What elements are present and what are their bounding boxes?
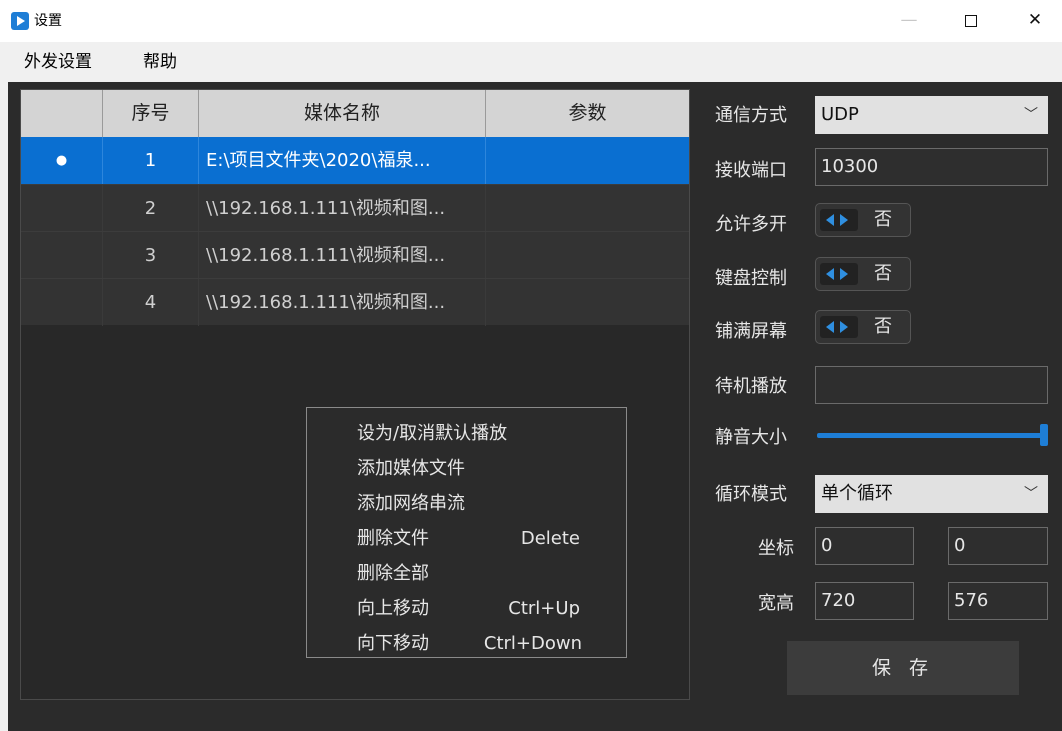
- row-index: 2: [103, 185, 199, 232]
- fill-screen-toggle[interactable]: 否: [815, 310, 911, 344]
- coord-x-input[interactable]: 0: [815, 527, 914, 565]
- column-header-media-name[interactable]: 媒体名称: [199, 90, 486, 137]
- comm-mode-select[interactable]: UDP ﹀: [815, 96, 1048, 134]
- width-input[interactable]: 720: [815, 582, 914, 620]
- keyboard-control-toggle[interactable]: 否: [815, 257, 911, 291]
- arrows-icon: [820, 263, 858, 285]
- menu-item-label: 删除文件: [357, 528, 429, 549]
- row-media-name: \\192.168.1.111\视频和图...: [199, 279, 486, 326]
- table-row[interactable]: 4 \\192.168.1.111\视频和图...: [21, 278, 689, 326]
- menu-item-label: 设为/取消默认播放: [357, 423, 508, 444]
- close-icon[interactable]: ✕: [1012, 0, 1058, 42]
- table-row[interactable]: 3 \\192.168.1.111\视频和图...: [21, 231, 689, 279]
- volume-slider-thumb[interactable]: [1040, 424, 1048, 446]
- coord-y-input[interactable]: 0: [948, 527, 1048, 565]
- column-header-params[interactable]: 参数: [486, 90, 689, 137]
- row-index: 3: [103, 232, 199, 279]
- port-label: 接收端口: [715, 160, 787, 181]
- size-label: 宽高: [758, 593, 794, 614]
- multi-instance-toggle[interactable]: 否: [815, 203, 911, 237]
- menu-item-delete-all[interactable]: 删除全部: [307, 556, 626, 591]
- multi-instance-label: 允许多开: [715, 214, 787, 235]
- menu-outbound-settings[interactable]: 外发设置: [24, 52, 92, 72]
- menu-item-move-up[interactable]: 向上移动 Ctrl+Up: [307, 591, 626, 626]
- loop-mode-label: 循环模式: [715, 484, 787, 505]
- menu-item-toggle-default[interactable]: 设为/取消默认播放: [307, 416, 626, 451]
- row-media-name: E:\项目文件夹\2020\福泉...: [199, 137, 486, 184]
- menu-item-label: 向上移动: [357, 598, 429, 619]
- menu-item-shortcut: Ctrl+Up: [508, 598, 580, 619]
- fill-screen-value: 否: [874, 316, 892, 337]
- menu-item-add-stream[interactable]: 添加网络串流: [307, 486, 626, 521]
- menu-item-move-down[interactable]: 向下移动 Ctrl+Down: [307, 626, 626, 661]
- volume-slider[interactable]: [817, 433, 1044, 438]
- arrows-icon: [820, 209, 858, 231]
- column-header-index[interactable]: 序号: [103, 90, 199, 137]
- column-header-marker[interactable]: [21, 90, 103, 137]
- menu-item-shortcut: Delete: [520, 528, 580, 549]
- title-bar: 设置 — ✕: [0, 0, 1062, 42]
- context-menu: 设为/取消默认播放 添加媒体文件 添加网络串流 删除文件 Delete 删除全部…: [306, 407, 627, 658]
- default-marker: [21, 232, 103, 279]
- height-input[interactable]: 576: [948, 582, 1048, 620]
- row-params: [486, 232, 689, 279]
- row-media-name: \\192.168.1.111\视频和图...: [199, 232, 486, 279]
- menu-item-label: 删除全部: [357, 563, 429, 584]
- table-row[interactable]: 2 \\192.168.1.111\视频和图...: [21, 184, 689, 232]
- comm-mode-value: UDP: [821, 104, 859, 125]
- app-play-icon: [11, 12, 29, 30]
- row-index: 4: [103, 279, 199, 326]
- menu-item-add-media[interactable]: 添加媒体文件: [307, 451, 626, 486]
- row-params: [486, 185, 689, 232]
- row-index: 1: [103, 137, 199, 184]
- minimize-icon[interactable]: —: [886, 0, 932, 42]
- multi-instance-value: 否: [874, 209, 892, 230]
- port-input[interactable]: 10300: [815, 148, 1048, 186]
- chevron-down-icon: ﹀: [1024, 486, 1038, 502]
- coordinate-label: 坐标: [758, 538, 794, 559]
- chevron-down-icon: ﹀: [1024, 107, 1038, 123]
- table-row[interactable]: ● 1 E:\项目文件夹\2020\福泉...: [21, 137, 689, 184]
- menu-item-label: 向下移动: [357, 633, 429, 654]
- row-params: [486, 137, 689, 184]
- default-marker: [21, 279, 103, 326]
- default-marker: [21, 185, 103, 232]
- arrows-icon: [820, 316, 858, 338]
- keyboard-control-label: 键盘控制: [715, 268, 787, 289]
- keyboard-control-value: 否: [874, 263, 892, 284]
- mute-volume-label: 静音大小: [715, 427, 787, 448]
- save-button[interactable]: 保 存: [787, 641, 1019, 695]
- standby-play-label: 待机播放: [715, 376, 787, 397]
- comm-mode-label: 通信方式: [715, 105, 787, 126]
- menu-help[interactable]: 帮助: [143, 52, 177, 72]
- maximize-icon[interactable]: [948, 0, 994, 42]
- loop-mode-select[interactable]: 单个循环 ﹀: [815, 475, 1048, 513]
- default-marker: ●: [21, 137, 103, 184]
- menu-item-label: 添加媒体文件: [357, 458, 465, 479]
- menu-item-label: 添加网络串流: [357, 493, 465, 514]
- menu-item-shortcut: Ctrl+Down: [483, 633, 582, 654]
- row-params: [486, 279, 689, 326]
- window-title: 设置: [34, 13, 62, 29]
- menu-bar: 外发设置 帮助: [0, 42, 1062, 82]
- row-media-name: \\192.168.1.111\视频和图...: [199, 185, 486, 232]
- fill-screen-label: 铺满屏幕: [715, 321, 787, 342]
- table-header: 序号 媒体名称 参数: [21, 90, 689, 137]
- standby-play-input[interactable]: [815, 366, 1048, 404]
- left-edge: [0, 82, 8, 731]
- menu-item-delete-file[interactable]: 删除文件 Delete: [307, 521, 626, 556]
- loop-mode-value: 单个循环: [821, 483, 893, 504]
